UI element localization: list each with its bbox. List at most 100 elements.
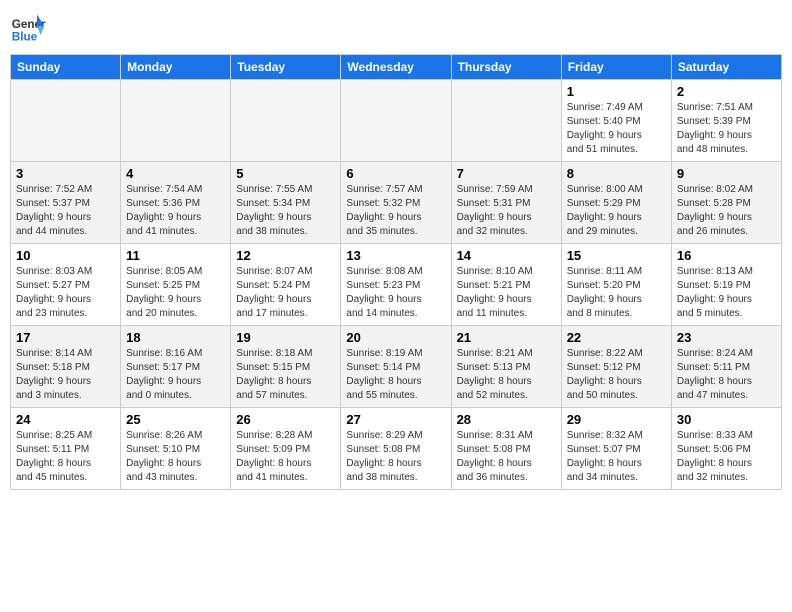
- day-detail: Sunrise: 8:29 AM Sunset: 5:08 PM Dayligh…: [346, 429, 445, 485]
- calendar-cell: 28 Sunrise: 8:31 AM Sunset: 5:08 PM Dayli…: [451, 408, 561, 490]
- day-detail: Sunrise: 7:57 AM Sunset: 5:32 PM Dayligh…: [346, 183, 445, 239]
- day-detail: Sunrise: 8:13 AM Sunset: 5:19 PM Dayligh…: [677, 265, 776, 321]
- day-number: 1: [567, 84, 666, 99]
- day-number: 27: [346, 412, 445, 427]
- day-detail: Sunrise: 8:14 AM Sunset: 5:18 PM Dayligh…: [16, 347, 115, 403]
- calendar-cell: [121, 80, 231, 162]
- day-number: 9: [677, 166, 776, 181]
- calendar-cell: 19 Sunrise: 8:18 AM Sunset: 5:15 PM Dayli…: [231, 326, 341, 408]
- day-detail: Sunrise: 8:26 AM Sunset: 5:10 PM Dayligh…: [126, 429, 225, 485]
- calendar-cell: 17 Sunrise: 8:14 AM Sunset: 5:18 PM Dayli…: [11, 326, 121, 408]
- calendar-cell: 18 Sunrise: 8:16 AM Sunset: 5:17 PM Dayli…: [121, 326, 231, 408]
- day-detail: Sunrise: 7:59 AM Sunset: 5:31 PM Dayligh…: [457, 183, 556, 239]
- calendar-cell: 11Sunrise: 8:05 AM Sunset: 5:25 PM Dayli…: [121, 244, 231, 326]
- day-detail: Sunrise: 7:51 AM Sunset: 5:39 PM Dayligh…: [677, 101, 776, 157]
- calendar-cell: 20Sunrise: 8:19 AM Sunset: 5:14 PM Dayli…: [341, 326, 451, 408]
- calendar-cell: 25 Sunrise: 8:26 AM Sunset: 5:10 PM Dayli…: [121, 408, 231, 490]
- calendar-cell: 14 Sunrise: 8:10 AM Sunset: 5:21 PM Dayli…: [451, 244, 561, 326]
- day-detail: Sunrise: 8:31 AM Sunset: 5:08 PM Dayligh…: [457, 429, 556, 485]
- day-number: 4: [126, 166, 225, 181]
- calendar-cell: 1 Sunrise: 7:49 AM Sunset: 5:40 PM Daylig…: [561, 80, 671, 162]
- day-detail: Sunrise: 8:28 AM Sunset: 5:09 PM Dayligh…: [236, 429, 335, 485]
- day-number: 21: [457, 330, 556, 345]
- calendar-cell: [341, 80, 451, 162]
- day-number: 30: [677, 412, 776, 427]
- calendar-week-row: 24 Sunrise: 8:25 AM Sunset: 5:11 PM Dayli…: [11, 408, 782, 490]
- day-number: 28: [457, 412, 556, 427]
- calendar-cell: 10 Sunrise: 8:03 AM Sunset: 5:27 PM Dayli…: [11, 244, 121, 326]
- day-number: 14: [457, 248, 556, 263]
- calendar-cell: 24 Sunrise: 8:25 AM Sunset: 5:11 PM Dayli…: [11, 408, 121, 490]
- day-number: 20: [346, 330, 445, 345]
- calendar-cell: 8 Sunrise: 8:00 AM Sunset: 5:29 PM Daylig…: [561, 162, 671, 244]
- day-detail: Sunrise: 8:08 AM Sunset: 5:23 PM Dayligh…: [346, 265, 445, 321]
- day-detail: Sunrise: 8:05 AM Sunset: 5:25 PM Dayligh…: [126, 265, 225, 321]
- day-number: 13: [346, 248, 445, 263]
- day-number: 7: [457, 166, 556, 181]
- day-detail: Sunrise: 8:18 AM Sunset: 5:15 PM Dayligh…: [236, 347, 335, 403]
- day-number: 3: [16, 166, 115, 181]
- calendar-cell: 16 Sunrise: 8:13 AM Sunset: 5:19 PM Dayli…: [671, 244, 781, 326]
- day-number: 22: [567, 330, 666, 345]
- day-detail: Sunrise: 8:00 AM Sunset: 5:29 PM Dayligh…: [567, 183, 666, 239]
- calendar-cell: 7 Sunrise: 7:59 AM Sunset: 5:31 PM Daylig…: [451, 162, 561, 244]
- weekday-header: Wednesday: [341, 55, 451, 80]
- day-number: 5: [236, 166, 335, 181]
- svg-text:Blue: Blue: [12, 31, 38, 44]
- day-number: 23: [677, 330, 776, 345]
- calendar-cell: 13 Sunrise: 8:08 AM Sunset: 5:23 PM Dayli…: [341, 244, 451, 326]
- calendar-cell: 30 Sunrise: 8:33 AM Sunset: 5:06 PM Dayli…: [671, 408, 781, 490]
- calendar-week-row: 10 Sunrise: 8:03 AM Sunset: 5:27 PM Dayli…: [11, 244, 782, 326]
- calendar-cell: 15Sunrise: 8:11 AM Sunset: 5:20 PM Dayli…: [561, 244, 671, 326]
- calendar-cell: 6 Sunrise: 7:57 AM Sunset: 5:32 PM Daylig…: [341, 162, 451, 244]
- calendar-cell: 29 Sunrise: 8:32 AM Sunset: 5:07 PM Dayli…: [561, 408, 671, 490]
- day-detail: Sunrise: 8:24 AM Sunset: 5:11 PM Dayligh…: [677, 347, 776, 403]
- day-number: 19: [236, 330, 335, 345]
- day-detail: Sunrise: 8:16 AM Sunset: 5:17 PM Dayligh…: [126, 347, 225, 403]
- day-number: 29: [567, 412, 666, 427]
- day-detail: Sunrise: 7:49 AM Sunset: 5:40 PM Dayligh…: [567, 101, 666, 157]
- calendar-cell: 21 Sunrise: 8:21 AM Sunset: 5:13 PM Dayli…: [451, 326, 561, 408]
- calendar-cell: 23 Sunrise: 8:24 AM Sunset: 5:11 PM Dayli…: [671, 326, 781, 408]
- weekday-header: Thursday: [451, 55, 561, 80]
- day-detail: Sunrise: 8:33 AM Sunset: 5:06 PM Dayligh…: [677, 429, 776, 485]
- day-detail: Sunrise: 8:03 AM Sunset: 5:27 PM Dayligh…: [16, 265, 115, 321]
- calendar-cell: 3 Sunrise: 7:52 AM Sunset: 5:37 PM Daylig…: [11, 162, 121, 244]
- calendar-cell: 9 Sunrise: 8:02 AM Sunset: 5:28 PM Daylig…: [671, 162, 781, 244]
- weekday-header: Tuesday: [231, 55, 341, 80]
- day-detail: Sunrise: 8:02 AM Sunset: 5:28 PM Dayligh…: [677, 183, 776, 239]
- calendar-cell: 27 Sunrise: 8:29 AM Sunset: 5:08 PM Dayli…: [341, 408, 451, 490]
- day-detail: Sunrise: 8:11 AM Sunset: 5:20 PM Dayligh…: [567, 265, 666, 321]
- calendar-week-row: 1 Sunrise: 7:49 AM Sunset: 5:40 PM Daylig…: [11, 80, 782, 162]
- day-detail: Sunrise: 8:25 AM Sunset: 5:11 PM Dayligh…: [16, 429, 115, 485]
- calendar-cell: [451, 80, 561, 162]
- calendar-cell: [11, 80, 121, 162]
- calendar-table: SundayMondayTuesdayWednesdayThursdayFrid…: [10, 54, 782, 490]
- calendar-cell: 5 Sunrise: 7:55 AM Sunset: 5:34 PM Daylig…: [231, 162, 341, 244]
- day-detail: Sunrise: 7:52 AM Sunset: 5:37 PM Dayligh…: [16, 183, 115, 239]
- calendar-cell: 26 Sunrise: 8:28 AM Sunset: 5:09 PM Dayli…: [231, 408, 341, 490]
- day-number: 26: [236, 412, 335, 427]
- day-number: 2: [677, 84, 776, 99]
- day-number: 25: [126, 412, 225, 427]
- day-number: 24: [16, 412, 115, 427]
- day-detail: Sunrise: 8:07 AM Sunset: 5:24 PM Dayligh…: [236, 265, 335, 321]
- day-detail: Sunrise: 8:32 AM Sunset: 5:07 PM Dayligh…: [567, 429, 666, 485]
- calendar-cell: [231, 80, 341, 162]
- day-detail: Sunrise: 7:55 AM Sunset: 5:34 PM Dayligh…: [236, 183, 335, 239]
- day-detail: Sunrise: 8:21 AM Sunset: 5:13 PM Dayligh…: [457, 347, 556, 403]
- day-number: 8: [567, 166, 666, 181]
- day-detail: Sunrise: 7:54 AM Sunset: 5:36 PM Dayligh…: [126, 183, 225, 239]
- logo-icon: General Blue: [10, 10, 46, 46]
- day-number: 16: [677, 248, 776, 263]
- page-header: General Blue: [10, 10, 782, 46]
- day-number: 17: [16, 330, 115, 345]
- day-detail: Sunrise: 8:10 AM Sunset: 5:21 PM Dayligh…: [457, 265, 556, 321]
- day-number: 6: [346, 166, 445, 181]
- weekday-header: Friday: [561, 55, 671, 80]
- day-number: 18: [126, 330, 225, 345]
- day-number: 10: [16, 248, 115, 263]
- day-number: 12: [236, 248, 335, 263]
- weekday-header: Sunday: [11, 55, 121, 80]
- weekday-header: Monday: [121, 55, 231, 80]
